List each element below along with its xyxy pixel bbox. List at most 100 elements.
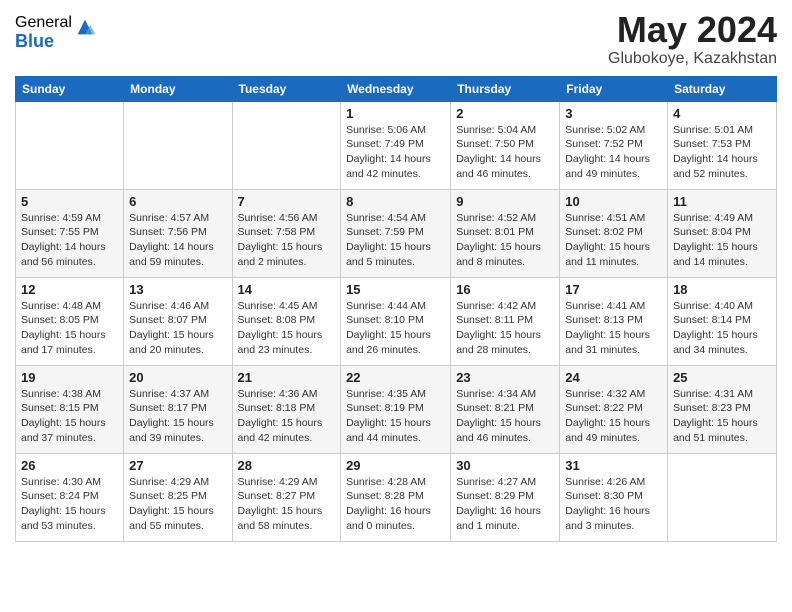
col-tuesday: Tuesday <box>232 76 341 101</box>
day-number: 29 <box>346 458 445 473</box>
day-info: Sunrise: 4:51 AMSunset: 8:02 PMDaylight:… <box>565 211 662 270</box>
day-info: Sunrise: 5:01 AMSunset: 7:53 PMDaylight:… <box>673 123 771 182</box>
table-row: 4 Sunrise: 5:01 AMSunset: 7:53 PMDaylight… <box>668 101 777 189</box>
day-info: Sunrise: 4:36 AMSunset: 8:18 PMDaylight:… <box>238 387 336 446</box>
day-number: 8 <box>346 194 445 209</box>
table-row: 31 Sunrise: 4:26 AMSunset: 8:30 PMDayligh… <box>560 453 668 541</box>
day-info: Sunrise: 4:30 AMSunset: 8:24 PMDaylight:… <box>21 475 118 534</box>
calendar-week-row: 1Sunrise: 5:06 AMSunset: 7:49 PMDaylight… <box>16 101 777 189</box>
day-number: 10 <box>565 194 662 209</box>
calendar-week-row: 26 Sunrise: 4:30 AMSunset: 8:24 PMDayligh… <box>16 453 777 541</box>
day-number: 1 <box>346 106 445 121</box>
calendar-week-row: 12 Sunrise: 4:48 AMSunset: 8:05 PMDayligh… <box>16 277 777 365</box>
table-row: 21 Sunrise: 4:36 AMSunset: 8:18 PMDayligh… <box>232 365 341 453</box>
table-row: 24Sunrise: 4:32 AMSunset: 8:22 PMDayligh… <box>560 365 668 453</box>
day-number: 16 <box>456 282 554 297</box>
table-row: 5 Sunrise: 4:59 AMSunset: 7:55 PMDaylight… <box>16 189 124 277</box>
table-row: 15 Sunrise: 4:44 AMSunset: 8:10 PMDayligh… <box>341 277 451 365</box>
day-info: Sunrise: 4:38 AMSunset: 8:15 PMDaylight:… <box>21 387 118 446</box>
col-thursday: Thursday <box>451 76 560 101</box>
table-row: 26 Sunrise: 4:30 AMSunset: 8:24 PMDayligh… <box>16 453 124 541</box>
day-number: 24 <box>565 370 662 385</box>
day-info: Sunrise: 5:02 AMSunset: 7:52 PMDaylight:… <box>565 123 662 182</box>
table-row: 29 Sunrise: 4:28 AMSunset: 8:28 PMDayligh… <box>341 453 451 541</box>
day-info: Sunrise: 4:44 AMSunset: 8:10 PMDaylight:… <box>346 299 445 358</box>
table-row: 1Sunrise: 5:06 AMSunset: 7:49 PMDaylight… <box>341 101 451 189</box>
calendar-table: Sunday Monday Tuesday Wednesday Thursday… <box>15 76 777 542</box>
logo-general: General <box>15 14 72 32</box>
day-number: 22 <box>346 370 445 385</box>
table-row <box>668 453 777 541</box>
col-saturday: Saturday <box>668 76 777 101</box>
day-info: Sunrise: 4:35 AMSunset: 8:19 PMDaylight:… <box>346 387 445 446</box>
table-row: 27Sunrise: 4:29 AMSunset: 8:25 PMDayligh… <box>124 453 232 541</box>
day-info: Sunrise: 4:41 AMSunset: 8:13 PMDaylight:… <box>565 299 662 358</box>
day-number: 31 <box>565 458 662 473</box>
title-month: May 2024 <box>608 10 777 50</box>
day-number: 5 <box>21 194 118 209</box>
table-row: 28 Sunrise: 4:29 AMSunset: 8:27 PMDayligh… <box>232 453 341 541</box>
day-info: Sunrise: 4:27 AMSunset: 8:29 PMDaylight:… <box>456 475 554 534</box>
day-info: Sunrise: 4:28 AMSunset: 8:28 PMDaylight:… <box>346 475 445 534</box>
col-friday: Friday <box>560 76 668 101</box>
logo-blue: Blue <box>15 32 72 52</box>
day-number: 19 <box>21 370 118 385</box>
day-number: 17 <box>565 282 662 297</box>
day-number: 4 <box>673 106 771 121</box>
table-row: 7Sunrise: 4:56 AMSunset: 7:58 PMDaylight… <box>232 189 341 277</box>
logo-icon <box>74 16 96 38</box>
day-number: 9 <box>456 194 554 209</box>
day-info: Sunrise: 4:54 AMSunset: 7:59 PMDaylight:… <box>346 211 445 270</box>
day-number: 25 <box>673 370 771 385</box>
day-info: Sunrise: 4:42 AMSunset: 8:11 PMDaylight:… <box>456 299 554 358</box>
page: General Blue May 2024 Glubokoye, Kazakhs… <box>0 0 792 612</box>
day-number: 18 <box>673 282 771 297</box>
table-row <box>124 101 232 189</box>
title-location: Glubokoye, Kazakhstan <box>608 50 777 68</box>
day-info: Sunrise: 4:59 AMSunset: 7:55 PMDaylight:… <box>21 211 118 270</box>
col-wednesday: Wednesday <box>341 76 451 101</box>
day-info: Sunrise: 4:29 AMSunset: 8:25 PMDaylight:… <box>129 475 226 534</box>
table-row: 19 Sunrise: 4:38 AMSunset: 8:15 PMDayligh… <box>16 365 124 453</box>
day-number: 14 <box>238 282 336 297</box>
day-info: Sunrise: 5:04 AMSunset: 7:50 PMDaylight:… <box>456 123 554 182</box>
day-info: Sunrise: 4:49 AMSunset: 8:04 PMDaylight:… <box>673 211 771 270</box>
calendar-header-row: Sunday Monday Tuesday Wednesday Thursday… <box>16 76 777 101</box>
day-info: Sunrise: 4:29 AMSunset: 8:27 PMDaylight:… <box>238 475 336 534</box>
table-row: 9Sunrise: 4:52 AMSunset: 8:01 PMDaylight… <box>451 189 560 277</box>
day-info: Sunrise: 4:56 AMSunset: 7:58 PMDaylight:… <box>238 211 336 270</box>
table-row: 17 Sunrise: 4:41 AMSunset: 8:13 PMDayligh… <box>560 277 668 365</box>
day-info: Sunrise: 4:26 AMSunset: 8:30 PMDaylight:… <box>565 475 662 534</box>
table-row: 25 Sunrise: 4:31 AMSunset: 8:23 PMDayligh… <box>668 365 777 453</box>
day-number: 3 <box>565 106 662 121</box>
col-monday: Monday <box>124 76 232 101</box>
day-number: 15 <box>346 282 445 297</box>
day-info: Sunrise: 4:37 AMSunset: 8:17 PMDaylight:… <box>129 387 226 446</box>
table-row: 13Sunrise: 4:46 AMSunset: 8:07 PMDayligh… <box>124 277 232 365</box>
table-row: 2 Sunrise: 5:04 AMSunset: 7:50 PMDaylight… <box>451 101 560 189</box>
table-row: 12 Sunrise: 4:48 AMSunset: 8:05 PMDayligh… <box>16 277 124 365</box>
day-number: 2 <box>456 106 554 121</box>
calendar-week-row: 5 Sunrise: 4:59 AMSunset: 7:55 PMDaylight… <box>16 189 777 277</box>
table-row: 30 Sunrise: 4:27 AMSunset: 8:29 PMDayligh… <box>451 453 560 541</box>
day-number: 21 <box>238 370 336 385</box>
day-info: Sunrise: 4:48 AMSunset: 8:05 PMDaylight:… <box>21 299 118 358</box>
day-number: 26 <box>21 458 118 473</box>
table-row: 16 Sunrise: 4:42 AMSunset: 8:11 PMDayligh… <box>451 277 560 365</box>
day-info: Sunrise: 4:31 AMSunset: 8:23 PMDaylight:… <box>673 387 771 446</box>
table-row: 11Sunrise: 4:49 AMSunset: 8:04 PMDayligh… <box>668 189 777 277</box>
table-row: 20Sunrise: 4:37 AMSunset: 8:17 PMDayligh… <box>124 365 232 453</box>
day-number: 12 <box>21 282 118 297</box>
title-block: May 2024 Glubokoye, Kazakhstan <box>608 10 777 68</box>
table-row: 23Sunrise: 4:34 AMSunset: 8:21 PMDayligh… <box>451 365 560 453</box>
header: General Blue May 2024 Glubokoye, Kazakhs… <box>15 10 777 68</box>
day-info: Sunrise: 4:46 AMSunset: 8:07 PMDaylight:… <box>129 299 226 358</box>
day-info: Sunrise: 4:34 AMSunset: 8:21 PMDaylight:… <box>456 387 554 446</box>
day-number: 28 <box>238 458 336 473</box>
table-row: 22 Sunrise: 4:35 AMSunset: 8:19 PMDayligh… <box>341 365 451 453</box>
table-row: 6Sunrise: 4:57 AMSunset: 7:56 PMDaylight… <box>124 189 232 277</box>
logo-text: General Blue <box>15 14 72 51</box>
day-number: 30 <box>456 458 554 473</box>
table-row: 14Sunrise: 4:45 AMSunset: 8:08 PMDayligh… <box>232 277 341 365</box>
table-row: 10 Sunrise: 4:51 AMSunset: 8:02 PMDayligh… <box>560 189 668 277</box>
